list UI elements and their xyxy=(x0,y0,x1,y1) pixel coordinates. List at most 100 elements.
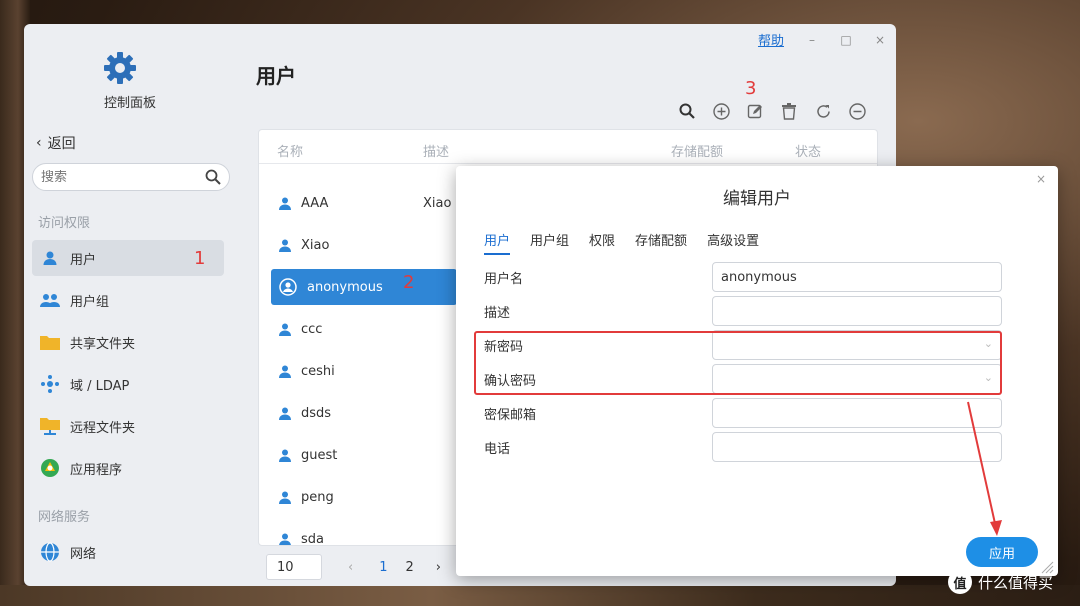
username-input[interactable] xyxy=(721,269,1001,285)
page-size-select[interactable]: 10 xyxy=(266,554,322,580)
user-icon xyxy=(279,365,291,378)
sidebar-item-ldap[interactable]: 域 / LDAP xyxy=(32,366,224,402)
dialog-close-button[interactable]: × xyxy=(1036,172,1046,186)
user-name: AAA xyxy=(301,195,329,211)
password-highlight-box xyxy=(474,331,1002,395)
section-label-access: 访问权限 xyxy=(38,216,91,231)
page-2[interactable]: 2 xyxy=(405,560,413,575)
user-icon xyxy=(279,407,291,420)
page-1[interactable]: 1 xyxy=(379,560,387,575)
sidebar-item-label: 共享文件夹 xyxy=(70,336,136,352)
chevron-left-icon: ‹ xyxy=(36,135,42,151)
close-window-button[interactable]: × xyxy=(874,33,886,47)
security-email-field[interactable] xyxy=(712,398,1002,428)
tab-user-group[interactable]: 用户组 xyxy=(530,230,569,255)
user-name: ccc xyxy=(301,321,323,337)
table-row[interactable]: Xiao xyxy=(259,227,459,263)
anonymous-user-icon xyxy=(279,278,297,296)
user-name: sda xyxy=(301,531,324,546)
column-header-quota[interactable]: 存储配额 xyxy=(671,141,723,160)
sidebar-item-apps[interactable]: 应用程序 xyxy=(32,450,224,486)
maximize-button[interactable]: □ xyxy=(840,33,852,47)
sidebar-item-label: 应用程序 xyxy=(70,462,123,478)
refresh-icon[interactable] xyxy=(814,102,832,120)
table-row[interactable]: peng xyxy=(259,479,459,515)
watermark-logo: 值 xyxy=(948,570,972,594)
table-row[interactable]: ccc xyxy=(259,311,459,347)
add-icon[interactable] xyxy=(712,102,730,120)
sidebar-item-label: 用户组 xyxy=(70,294,110,310)
pagination: 10 ‹ 1 2 › xyxy=(266,554,441,580)
sidebar-item-remote-folders[interactable]: 远程文件夹 xyxy=(32,408,224,444)
user-icon xyxy=(279,239,291,252)
description-input[interactable] xyxy=(721,303,1001,319)
help-link[interactable]: 帮助 xyxy=(758,30,784,49)
phone-field[interactable] xyxy=(712,432,1002,462)
back-button[interactable]: ‹ 返回 xyxy=(36,133,76,153)
sidebar-item-label: 域 / LDAP xyxy=(70,378,130,394)
user-name: anonymous xyxy=(307,279,383,295)
section-label-network: 网络服务 xyxy=(38,510,91,525)
column-header-status[interactable]: 状态 xyxy=(795,141,821,160)
table-row[interactable]: ceshi xyxy=(259,353,459,389)
search-icon[interactable] xyxy=(678,102,696,120)
security-email-input[interactable] xyxy=(721,405,1001,421)
dialog-title: 编辑用户 xyxy=(723,189,791,209)
sidebar-item-label: 用户 xyxy=(70,252,97,268)
gear-icon xyxy=(104,52,136,84)
sidebar: 控制面板 ‹ 返回 访问权限 用户 用户组 xyxy=(24,24,240,586)
sidebar-item-groups[interactable]: 用户组 xyxy=(32,282,224,318)
tab-advanced[interactable]: 高级设置 xyxy=(707,230,759,255)
username-label: 用户名 xyxy=(484,272,524,287)
tab-quota[interactable]: 存储配额 xyxy=(635,230,687,255)
background-fur-bottom xyxy=(0,585,1080,606)
page-title: 用户 xyxy=(256,64,296,88)
user-name: peng xyxy=(301,489,334,505)
annotation-1: 1 xyxy=(194,248,206,269)
prev-page-button[interactable]: ‹ xyxy=(348,560,353,575)
more-icon[interactable] xyxy=(848,102,866,120)
username-field[interactable] xyxy=(712,262,1002,292)
tab-user[interactable]: 用户 xyxy=(484,230,511,255)
user-name: guest xyxy=(301,447,338,463)
user-name: Xiao xyxy=(301,237,330,253)
remote-folder-icon xyxy=(40,416,60,436)
user-desc: Xiao xyxy=(423,196,452,211)
search-icon[interactable] xyxy=(205,169,221,185)
ldap-icon xyxy=(40,374,60,394)
sidebar-item-label: 网络 xyxy=(70,546,97,562)
sidebar-item-label: 远程文件夹 xyxy=(70,420,136,436)
apply-button[interactable]: 应用 xyxy=(966,537,1038,567)
table-row[interactable]: guest xyxy=(259,437,459,473)
folder-icon xyxy=(40,332,60,352)
sidebar-item-network[interactable]: 网络 xyxy=(32,534,224,570)
table-row[interactable]: dsds xyxy=(259,395,459,431)
app-icon xyxy=(40,458,60,478)
watermark-text: 什么值得买 xyxy=(978,573,1054,592)
description-label: 描述 xyxy=(484,306,511,321)
column-header-desc[interactable]: 描述 xyxy=(423,141,449,160)
back-label: 返回 xyxy=(47,136,76,152)
tab-permissions[interactable]: 权限 xyxy=(589,230,615,255)
user-icon xyxy=(279,449,291,462)
table-row[interactable]: sda xyxy=(259,521,459,546)
user-name: ceshi xyxy=(301,363,335,379)
table-row-selected[interactable]: anonymous xyxy=(271,269,457,305)
sidebar-item-shared-folders[interactable]: 共享文件夹 xyxy=(32,324,224,360)
next-page-button[interactable]: › xyxy=(436,560,441,575)
annotation-3: 3 xyxy=(745,78,757,99)
description-field[interactable] xyxy=(712,296,1002,326)
phone-input[interactable] xyxy=(721,439,1001,455)
column-header-name[interactable]: 名称 xyxy=(277,141,303,160)
security-email-label: 密保邮箱 xyxy=(484,408,537,423)
delete-icon[interactable] xyxy=(780,102,798,120)
user-icon xyxy=(279,491,291,504)
user-icon xyxy=(279,323,291,336)
dialog-tabs: 用户 用户组 权限 存储配额 高级设置 xyxy=(484,230,759,255)
sidebar-search[interactable] xyxy=(32,163,230,191)
minimize-button[interactable]: – xyxy=(806,33,818,47)
search-input[interactable] xyxy=(41,169,191,185)
edit-icon[interactable] xyxy=(746,102,764,120)
user-icon xyxy=(40,248,60,268)
list-header: 名称 描述 存储配额 状态 xyxy=(259,130,877,164)
